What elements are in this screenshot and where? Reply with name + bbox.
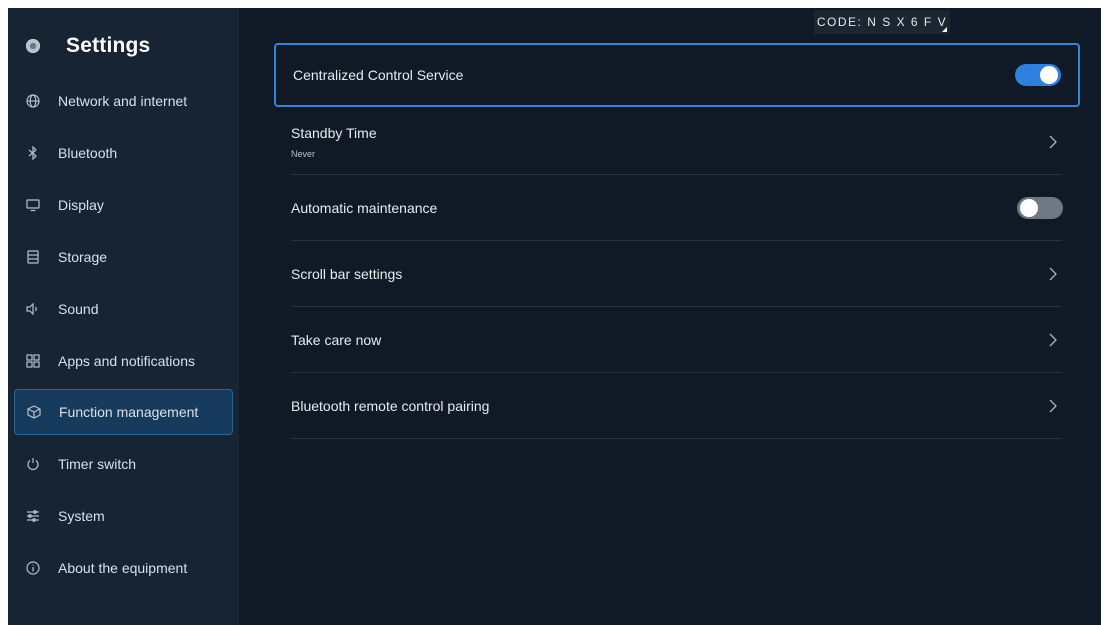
sidebar-item-network[interactable]: Network and internet <box>14 78 233 124</box>
setting-label: Automatic maintenance <box>291 200 438 216</box>
storage-icon <box>26 250 40 264</box>
chevron-right-icon <box>1046 333 1060 347</box>
sidebar-item-label: Timer switch <box>58 456 137 472</box>
device-code-badge: CODE: N S X 6 F V <box>814 10 950 34</box>
sidebar-header: Settings <box>26 31 150 61</box>
chevron-right-icon <box>1046 267 1060 281</box>
sidebar-item-storage[interactable]: Storage <box>14 234 233 280</box>
device-code-text: CODE: N S X 6 F V <box>816 15 948 29</box>
sidebar-item-label: Storage <box>58 249 108 265</box>
automatic-maintenance-toggle[interactable] <box>1017 197 1063 219</box>
speaker-icon <box>26 302 40 316</box>
sidebar-item-about[interactable]: About the equipment <box>14 545 233 591</box>
power-icon <box>26 457 40 471</box>
setting-row-automatic-maintenance[interactable]: Automatic maintenance <box>274 175 1080 241</box>
info-icon <box>26 561 40 575</box>
sliders-icon <box>26 509 40 523</box>
setting-text: Automatic maintenance <box>291 200 437 216</box>
sidebar-item-bluetooth[interactable]: Bluetooth <box>14 130 233 176</box>
setting-label: Centralized Control Service <box>293 67 464 83</box>
sidebar-item-system[interactable]: System <box>14 493 233 539</box>
setting-label: Take care now <box>291 332 382 348</box>
sidebar-item-apps[interactable]: Apps and notifications <box>14 338 233 384</box>
sidebar: Settings Network and internet Bluetooth … <box>8 8 239 625</box>
toggle-knob <box>1040 66 1058 84</box>
cube-icon <box>27 405 41 419</box>
setting-label: Bluetooth remote control pairing <box>291 398 490 414</box>
toggle-knob <box>1020 199 1038 217</box>
sidebar-item-label: Network and internet <box>58 93 188 109</box>
corner-marker-icon <box>942 27 947 32</box>
sidebar-item-label: Bluetooth <box>58 145 118 161</box>
setting-row-bluetooth-remote-pairing[interactable]: Bluetooth remote control pairing <box>274 373 1080 439</box>
setting-label: Standby Time <box>291 125 377 141</box>
chevron-right-icon <box>1046 135 1060 149</box>
sidebar-item-label: Sound <box>58 301 99 317</box>
bluetooth-icon <box>26 146 40 160</box>
page-title: Settings <box>66 34 151 57</box>
sidebar-item-label: Function management <box>59 404 199 420</box>
centralized-control-toggle[interactable] <box>1015 64 1061 86</box>
sidebar-item-display[interactable]: Display <box>14 182 233 228</box>
setting-row-take-care-now[interactable]: Take care now <box>274 307 1080 373</box>
divider <box>291 438 1062 439</box>
setting-text: Take care now <box>291 332 381 348</box>
setting-row-scroll-bar[interactable]: Scroll bar settings <box>274 241 1080 307</box>
setting-text: Bluetooth remote control pairing <box>291 398 489 414</box>
chevron-right-icon <box>1046 399 1060 413</box>
setting-text: Centralized Control Service <box>293 67 463 83</box>
setting-row-centralized-control[interactable]: Centralized Control Service <box>274 43 1080 107</box>
globe-icon <box>26 94 40 108</box>
monitor-icon <box>26 198 40 212</box>
settings-gear-icon <box>26 39 40 53</box>
sidebar-item-label: About the equipment <box>58 560 188 576</box>
sidebar-item-timer-switch[interactable]: Timer switch <box>14 441 233 487</box>
setting-value: Never <box>291 149 316 159</box>
setting-text: Standby Time Never <box>291 125 377 159</box>
setting-label: Scroll bar settings <box>291 266 403 282</box>
sidebar-item-label: Apps and notifications <box>58 353 195 369</box>
sidebar-item-label: System <box>58 508 105 524</box>
settings-screen: Settings Network and internet Bluetooth … <box>8 8 1101 625</box>
sidebar-item-sound[interactable]: Sound <box>14 286 233 332</box>
apps-grid-icon <box>26 354 40 368</box>
setting-row-standby-time[interactable]: Standby Time Never <box>274 109 1080 175</box>
sidebar-item-function-management[interactable]: Function management <box>14 389 233 435</box>
sidebar-item-label: Display <box>58 197 104 213</box>
setting-text: Scroll bar settings <box>291 266 402 282</box>
